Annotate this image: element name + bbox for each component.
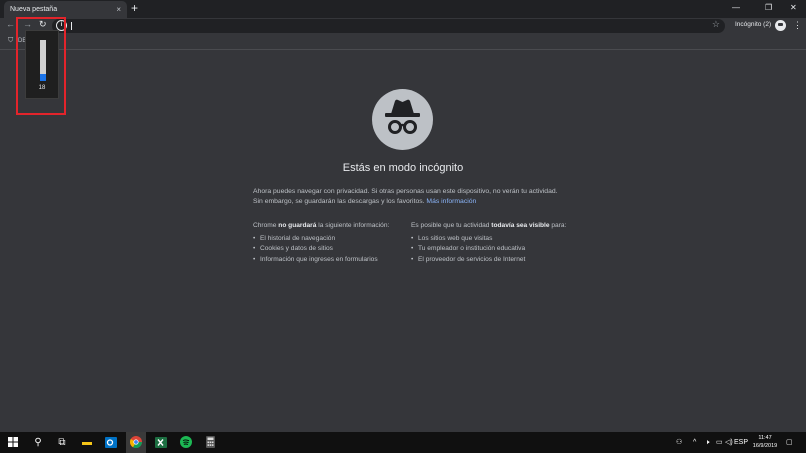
bookmark-star-icon[interactable]: ☆ xyxy=(712,19,720,30)
heading-suffix: para: xyxy=(549,222,567,229)
text-cursor xyxy=(71,22,72,30)
close-window-icon[interactable]: ✕ xyxy=(790,0,797,16)
close-tab-icon[interactable]: × xyxy=(116,1,121,18)
file-explorer-icon[interactable]: ▬ xyxy=(78,432,96,453)
new-tab-button[interactable]: + xyxy=(131,0,138,17)
toolbar: ← → ↻ i ☆ Incógnito (2) ⋮ xyxy=(0,18,806,34)
still-visible-column: Es posible que tu actividad todavía sea … xyxy=(411,221,571,265)
notifications-icon[interactable]: ▢ xyxy=(786,432,793,453)
highlight-box xyxy=(16,17,66,115)
speaker-icon[interactable]: 🕨 xyxy=(705,432,709,453)
clock[interactable]: 11:47 16/9/2019 xyxy=(752,434,778,450)
heading-suffix: la siguiente información: xyxy=(316,222,390,229)
restore-icon[interactable]: ❐ xyxy=(765,0,772,16)
incognito-avatar-icon[interactable] xyxy=(775,20,786,31)
list-item: El proveedor de servicios de Internet xyxy=(411,255,571,266)
list-item: Tu empleador o institución educativa xyxy=(411,244,571,255)
menu-icon[interactable]: ⋮ xyxy=(793,19,802,32)
incognito-spy-icon xyxy=(372,89,433,150)
intro-text: Ahora puedes navegar con privacidad. Si … xyxy=(253,188,558,205)
heading-strong: no guardará xyxy=(278,222,317,229)
clock-date: 16/9/2019 xyxy=(752,443,778,449)
incognito-label[interactable]: Incógnito (2) xyxy=(735,21,771,28)
still-visible-list: Los sitios web que visitas Tu empleador … xyxy=(411,234,571,266)
volume-tray-icon[interactable]: ◁) xyxy=(725,432,733,453)
more-info-link[interactable]: Más información xyxy=(426,198,476,205)
windows-start-icon[interactable] xyxy=(4,432,22,453)
tab-new-tab[interactable]: Nueva pestaña × xyxy=(4,1,127,18)
tab-strip: Nueva pestaña × + — ❐ ✕ xyxy=(0,0,806,18)
language-indicator[interactable]: ESP xyxy=(734,432,748,453)
search-icon[interactable]: ⚲ xyxy=(29,432,47,453)
bookmark-bar: ⛉ DE xyxy=(0,34,806,50)
not-saved-heading: Chrome no guardará la siguiente informac… xyxy=(253,221,403,232)
people-icon[interactable]: ⚇ xyxy=(676,432,682,453)
battery-icon[interactable]: ▭ xyxy=(716,432,723,453)
back-icon[interactable]: ← xyxy=(6,19,15,29)
list-item: El historial de navegación xyxy=(253,234,403,245)
list-item: Información que ingreses en formularios xyxy=(253,255,403,266)
still-visible-heading: Es posible que tu actividad todavía sea … xyxy=(411,221,571,232)
chrome-icon[interactable] xyxy=(126,432,146,453)
heading-strong: todavía sea visible xyxy=(491,222,550,229)
heading-prefix: Chrome xyxy=(253,222,279,229)
address-bar[interactable]: i ☆ xyxy=(52,19,725,33)
heading-prefix: Es posible que tu actividad xyxy=(411,222,492,229)
task-view-icon[interactable]: ⧉ xyxy=(53,432,71,453)
spotify-icon[interactable] xyxy=(177,432,195,453)
not-saved-column: Chrome no guardará la siguiente informac… xyxy=(253,221,403,265)
chevron-up-icon[interactable]: ^ xyxy=(693,432,696,453)
outlook-icon[interactable] xyxy=(102,432,120,453)
list-item: Cookies y datos de sitios xyxy=(253,244,403,255)
taskbar: ⚲ ⧉ ▬ ⚇ ^ 🕨 ▭ ◁) ESP 11:47 16/9/2019 ▢ xyxy=(0,432,806,453)
calculator-icon[interactable] xyxy=(201,432,219,453)
not-saved-list: El historial de navegación Cookies y dat… xyxy=(253,234,403,266)
minimize-icon[interactable]: — xyxy=(732,0,740,16)
list-item: Los sitios web que visitas xyxy=(411,234,571,245)
bookmark-folder-icon[interactable]: ⛉ xyxy=(8,37,13,45)
page-title: Estás en modo incógnito xyxy=(342,162,464,174)
tab-title: Nueva pestaña xyxy=(10,6,58,13)
clock-time: 11:47 xyxy=(758,435,772,441)
intro-paragraph: Ahora puedes navegar con privacidad. Si … xyxy=(253,187,563,207)
excel-icon[interactable] xyxy=(152,432,170,453)
